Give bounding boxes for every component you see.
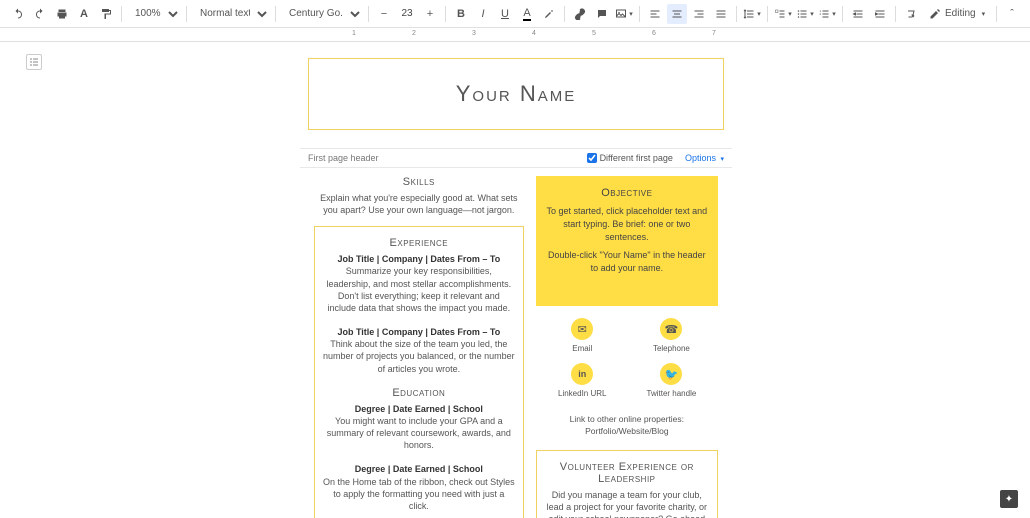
skills-title: Skills bbox=[314, 176, 524, 188]
education-title: Education bbox=[323, 387, 515, 399]
text-color-button[interactable]: A bbox=[517, 4, 537, 24]
align-justify-button[interactable] bbox=[711, 4, 731, 24]
document-workspace[interactable]: Your Name First page header Different fi… bbox=[0, 42, 1030, 518]
contact-grid: ✉ Email ☎ Telephone in LinkedIn URL 🐦 Tw… bbox=[536, 306, 718, 410]
job2-line[interactable]: Job Title | Company | Dates From – To bbox=[337, 327, 500, 337]
separator bbox=[996, 6, 997, 22]
contact-links-text[interactable]: Link to other online properties: Portfol… bbox=[536, 410, 718, 442]
highlight-button[interactable] bbox=[539, 4, 559, 24]
deg1-line[interactable]: Degree | Date Earned | School bbox=[355, 404, 483, 414]
volunteer-title: Volunteer Experience or Leadership bbox=[545, 461, 709, 485]
contact-email[interactable]: ✉ Email bbox=[542, 318, 623, 353]
zoom-select[interactable]: 100% bbox=[127, 4, 181, 24]
outline-icon bbox=[28, 56, 40, 68]
name-placeholder[interactable]: Your Name bbox=[319, 81, 713, 107]
separator bbox=[186, 6, 187, 22]
header-options-link[interactable]: Options ▾ bbox=[685, 153, 724, 163]
contact-linkedin[interactable]: in LinkedIn URL bbox=[542, 363, 623, 398]
style-select[interactable]: Normal text bbox=[192, 4, 270, 24]
expand-button[interactable]: ˆ bbox=[1002, 4, 1022, 24]
email-icon: ✉ bbox=[571, 318, 593, 340]
header-bar-label: First page header bbox=[308, 153, 379, 163]
deg2-line[interactable]: Degree | Date Earned | School bbox=[355, 464, 483, 474]
objective-title: Objective bbox=[544, 186, 710, 201]
separator bbox=[842, 6, 843, 22]
indent-increase-button[interactable] bbox=[870, 4, 890, 24]
header-name-box[interactable]: Your Name bbox=[308, 58, 724, 130]
volunteer-body[interactable]: Did you manage a team for your club, lea… bbox=[545, 489, 709, 518]
separator bbox=[445, 6, 446, 22]
job2-body[interactable]: Think about the size of the team you led… bbox=[323, 339, 515, 373]
separator bbox=[275, 6, 276, 22]
redo-button[interactable] bbox=[30, 4, 50, 24]
header-options-bar: First page header Different first page O… bbox=[300, 148, 732, 168]
pencil-icon bbox=[929, 8, 941, 20]
font-size-value[interactable]: 23 bbox=[396, 8, 418, 19]
checklist-button[interactable]: ▾ bbox=[773, 4, 793, 24]
align-right-button[interactable] bbox=[689, 4, 709, 24]
job1-body[interactable]: Summarize your key responsibilities, lea… bbox=[327, 266, 512, 312]
font-size-increase-button[interactable]: + bbox=[420, 4, 440, 24]
italic-button[interactable]: I bbox=[473, 4, 493, 24]
font-size-decrease-button[interactable]: − bbox=[374, 4, 394, 24]
deg1-body[interactable]: You might want to include your GPA and a… bbox=[327, 416, 511, 450]
deg2-body[interactable]: On the Home tab of the ribbon, check out… bbox=[323, 477, 515, 511]
telephone-icon: ☎ bbox=[660, 318, 682, 340]
font-select[interactable]: Century Go... bbox=[281, 4, 363, 24]
linkedin-icon: in bbox=[571, 363, 593, 385]
separator bbox=[895, 6, 896, 22]
objective-line2[interactable]: Double-click "Your Name" in the header t… bbox=[544, 249, 710, 274]
twitter-icon: 🐦 bbox=[660, 363, 682, 385]
separator bbox=[736, 6, 737, 22]
separator bbox=[639, 6, 640, 22]
experience-title: Experience bbox=[323, 237, 515, 249]
spellcheck-button[interactable]: A bbox=[74, 4, 94, 24]
contact-telephone[interactable]: ☎ Telephone bbox=[631, 318, 712, 353]
svg-text:2: 2 bbox=[820, 12, 822, 16]
job1-line[interactable]: Job Title | Company | Dates From – To bbox=[337, 254, 500, 264]
underline-button[interactable]: U bbox=[495, 4, 515, 24]
skills-section[interactable]: Skills Explain what you're especially go… bbox=[314, 176, 524, 216]
comment-button[interactable] bbox=[592, 4, 612, 24]
skills-body[interactable]: Explain what you're especially good at. … bbox=[314, 192, 524, 216]
align-left-button[interactable] bbox=[645, 4, 665, 24]
ruler[interactable]: 1 2 3 4 5 6 7 bbox=[0, 28, 1030, 42]
diff-first-checkbox-input[interactable] bbox=[587, 153, 597, 163]
link-button[interactable] bbox=[570, 4, 590, 24]
numbered-list-button[interactable]: 12▾ bbox=[817, 4, 837, 24]
contact-twitter[interactable]: 🐦 Twitter handle bbox=[631, 363, 712, 398]
experience-box[interactable]: Experience Job Title | Company | Dates F… bbox=[314, 226, 524, 518]
undo-button[interactable] bbox=[8, 4, 28, 24]
bold-button[interactable]: B bbox=[451, 4, 471, 24]
separator bbox=[121, 6, 122, 22]
align-center-button[interactable] bbox=[667, 4, 687, 24]
clear-format-button[interactable] bbox=[901, 4, 921, 24]
outline-toggle-button[interactable] bbox=[26, 54, 42, 70]
document-page[interactable]: Your Name First page header Different fi… bbox=[300, 50, 732, 518]
line-spacing-button[interactable]: ▾ bbox=[742, 4, 762, 24]
image-button[interactable]: ▾ bbox=[614, 4, 634, 24]
different-first-page-checkbox[interactable]: Different first page bbox=[587, 153, 673, 163]
separator bbox=[368, 6, 369, 22]
objective-box[interactable]: Objective To get started, click placehol… bbox=[536, 176, 718, 306]
objective-line1[interactable]: To get started, click placeholder text a… bbox=[544, 205, 710, 243]
paint-format-button[interactable] bbox=[96, 4, 116, 24]
volunteer-box[interactable]: Volunteer Experience or Leadership Did y… bbox=[536, 450, 718, 518]
separator bbox=[767, 6, 768, 22]
bullet-list-button[interactable]: ▾ bbox=[795, 4, 815, 24]
indent-decrease-button[interactable] bbox=[848, 4, 868, 24]
editing-mode-button[interactable]: Editing ▾ bbox=[923, 8, 991, 20]
print-button[interactable] bbox=[52, 4, 72, 24]
separator bbox=[564, 6, 565, 22]
explore-button[interactable]: ✦ bbox=[1000, 490, 1018, 508]
